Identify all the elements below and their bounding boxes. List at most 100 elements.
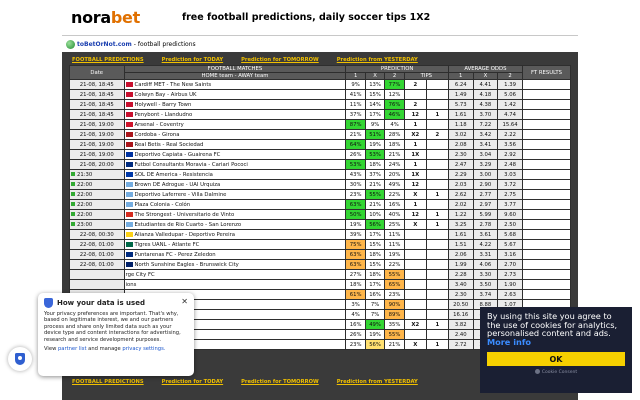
odd-o1: 2.28 [447,269,474,280]
tip [403,289,427,300]
nav-prediction-yesterday[interactable]: Prediction from YESTERDAY [337,57,418,63]
match-name[interactable]: Futbol Consultants Moravia - Cariari Poc… [123,159,347,170]
match-name[interactable]: Colwyn Bay - Airbus UK [123,89,347,100]
close-icon[interactable]: ✕ [181,297,188,306]
table-row[interactable]: 21-08, 18:45 Colwyn Bay - Airbus UK 41% 15%… [69,89,572,100]
prob-px: 18% [364,249,386,260]
header-o1: 1 [447,72,474,80]
table-row[interactable]: 21-08, 19:00 Deportivo Capiata - Guairena… [69,149,572,160]
prob-p1: 16% [345,319,366,330]
table-row[interactable]: 22-08, 00:30 Alianza Valledupar - Deporti… [69,229,572,240]
bottom-nav-prediction-tomorrow[interactable]: Prediction for TOMORROW [241,379,319,385]
prob-p2: 65% [384,279,405,290]
tip: 1X [403,169,427,180]
nav-football-predictions[interactable]: FOOTBALL PREDICTIONS [72,57,144,63]
header-matches: FOOTBALL MATCHES [123,65,347,73]
match-name[interactable]: ions [123,279,347,290]
prob-p2: 4% [384,119,405,130]
prob-p2: 23% [384,289,405,300]
prob-p1: 23% [345,339,366,350]
table-row[interactable]: 21:30 SOL DE America - Resistencia 43% 37% 2… [69,169,572,180]
bottom-nav-prediction-yesterday[interactable]: Prediction from YESTERDAY [337,379,418,385]
odd-o1: 2.47 [447,159,474,170]
match-name[interactable]: Plaza Colonia - Colón [123,199,347,210]
site-logo[interactable]: norabet [71,8,140,27]
table-row[interactable]: 21-08, 18:45 Cardiff MET - The New Saints… [69,79,572,90]
match-name[interactable]: Deportivo Capiata - Guairena FC [123,149,347,160]
odd-ox: 5.99 [472,209,499,220]
table-row[interactable]: ions 18% 17% 65% 3.40 3.50 1.90 [69,279,572,290]
privacy-shield-button[interactable] [8,347,32,371]
match-teams: Arsenal - Coventry [134,121,184,128]
site-link[interactable]: toBetOrNot.com [77,41,132,48]
nav-prediction-tomorrow[interactable]: Prediction for TOMORROW [241,57,319,63]
match-name[interactable]: The Strongest - Universitario de Vinto [123,209,347,220]
table-row[interactable]: 22-08, 01:00 North Sunshine Eagles - Brun… [69,259,572,270]
prob-p2: 19% [384,249,405,260]
tip-extra: 1 [425,109,449,120]
cookie-more-info-link[interactable]: More info [487,337,531,347]
cookie-ok-button[interactable]: OK [487,352,625,367]
match-date: 21-08, 20:00 [69,159,125,170]
table-row[interactable]: 22:00 Brown DE Adrogue - UAI Urquiza 30% 21… [69,179,572,190]
match-name[interactable]: Brown DE Adrogue - UAI Urquiza [123,179,347,190]
prob-p1: 87% [345,119,366,130]
tip [403,269,427,280]
match-name[interactable]: Cardiff MET - The New Saints [123,79,347,90]
table-row[interactable]: 21-08, 19:00 Real Betis - Real Sociedad 64… [69,139,572,150]
table-row[interactable]: rge City FC 27% 18% 55% 2.28 3.30 2.73 [69,269,572,280]
odd-ox: 4.06 [472,259,499,270]
tip [403,89,427,100]
cookie-text: By using this site you agree to the use … [487,312,625,346]
match-name[interactable]: Puntarenas FC - Perez Zeledon [123,249,347,260]
live-indicator-icon [71,221,75,226]
prob-p1: 18% [345,279,366,290]
table-row[interactable]: 21-08, 20:00 Futbol Consultants Moravia -… [69,159,572,170]
prob-p1: 30% [345,179,366,190]
bottom-nav-prediction-today[interactable]: Prediction for TODAY [162,379,223,385]
match-name[interactable]: North Sunshine Eagles - Brunswick City [123,259,347,270]
match-name[interactable]: rge City FC [123,269,347,280]
table-row[interactable]: 21-08, 19:00 Cordoba - Girona 21% 51% 28% X2 2… [69,129,572,140]
tip: X [403,339,427,350]
match-name[interactable]: Holywell - Barry Town [123,99,347,110]
tip [403,229,427,240]
odd-o1: 1.61 [447,109,474,120]
match-name[interactable]: Deportivo Laferrere - Villa Dalmine [123,189,347,200]
odd-ox: 2.97 [472,199,499,210]
partner-list-link[interactable]: partner list [58,346,87,352]
table-row[interactable]: 22-08, 01:00 Puntarenas FC - Perez Zeledo… [69,249,572,260]
match-date-text: 21:30 [77,171,93,178]
tip: 1 [403,139,427,150]
table-row[interactable]: 22-08, 01:00 Tigres UANL - Atlante FC 75% 1… [69,239,572,250]
prob-p2: 22% [384,189,405,200]
match-name[interactable]: Estudiantes de Rio Cuarto - San Lorenzo [123,219,347,230]
live-indicator-icon [71,211,75,216]
table-row[interactable]: 22:00 The Strongest - Universitario de Vi… [69,209,572,220]
table-row[interactable]: 21-08, 19:00 Arsenal - Coventry 87% 9% 4% 1 1.… [69,119,572,130]
privacy-settings-link[interactable]: privacy settings. [122,346,165,352]
match-date: 22:00 [69,189,125,200]
match-name[interactable]: Penybont - Llandudno [123,109,347,120]
prob-p1: 63% [345,249,366,260]
match-name[interactable]: Real Betis - Real Sociedad [123,139,347,150]
match-name[interactable]: Arsenal - Coventry [123,119,347,130]
shield-icon [15,353,25,365]
match-name[interactable]: Alianza Valledupar - Deportivo Pereira [123,229,347,240]
match-name[interactable]: SOL DE America - Resistencia [123,169,347,180]
match-name[interactable]: Cordoba - Girona [123,129,347,140]
table-row[interactable]: 21-08, 18:45 Holywell - Barry Town 11% 14% 7… [69,99,572,110]
match-name[interactable]: Tigres UANL - Atlante FC [123,239,347,250]
prob-p1: 63% [345,199,366,210]
table-row[interactable]: 21-08, 18:45 Penybont - Llandudno 37% 17% 46… [69,109,572,120]
tip-extra [425,149,449,160]
table-row[interactable]: 22:00 Plaza Colonia - Colón 63% 21% 16% 1 2.02… [69,199,572,210]
match-date-text: 21-08, 19:00 [79,121,114,128]
table-row[interactable]: 23:00 Estudiantes de Rio Cuarto - San Lor… [69,219,572,230]
bottom-nav-football-predictions[interactable]: FOOTBALL PREDICTIONS [72,379,144,385]
match-date-text: 21-08, 20:00 [79,161,114,168]
prob-p2: 55% [384,329,405,340]
prob-p2: 20% [384,169,405,180]
table-row[interactable]: 22:00 Deportivo Laferrere - Villa Dalmine… [69,189,572,200]
nav-prediction-today[interactable]: Prediction for TODAY [162,57,223,63]
